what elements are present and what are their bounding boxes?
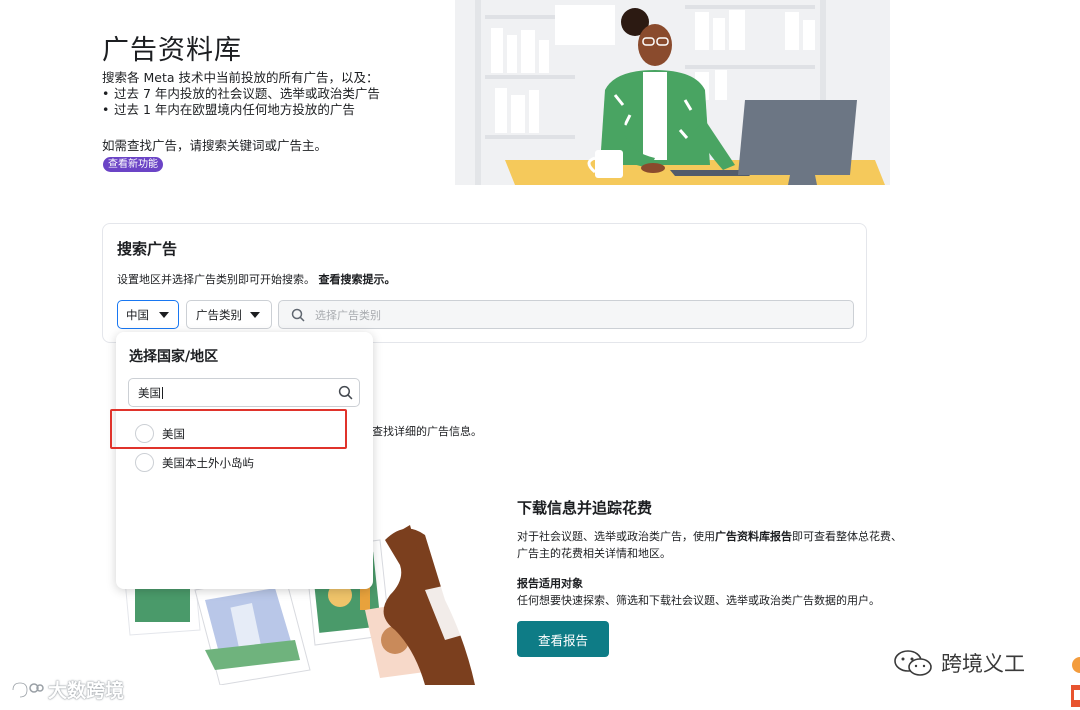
country-search-query: 美国: [138, 385, 161, 400]
partial-description-text: 查找详细的广告信息。: [372, 425, 482, 438]
hero-bullet: 过去 7 年内投放的社会议题、选举或政治类广告: [102, 86, 462, 102]
country-option-us-minor-islands[interactable]: 美国本土外小岛屿: [135, 453, 254, 472]
download-section-description: 对于社会议题、选举或政治类广告，使用广告资料库报告即可查看整体总花费、广告主的花…: [517, 528, 907, 562]
search-icon: [338, 385, 353, 400]
text-cursor: [162, 386, 163, 399]
report-audience-description: 任何想要快速探索、筛选和下载社会议题、选举或政治类广告数据的用户。: [517, 594, 880, 607]
country-option-label: 美国本土外小岛屿: [162, 455, 254, 470]
search-icon: [291, 308, 305, 322]
watermark-right-text: 跨境义工: [941, 652, 1025, 676]
watermark-left: 大数跨境: [10, 676, 124, 703]
search-ads-card: 搜索广告 设置地区并选择广告类别即可开始搜索。 查看搜索提示。 中国 广告类别 …: [102, 223, 867, 343]
highlight-box: [110, 409, 347, 449]
search-ads-title: 搜索广告: [117, 240, 178, 258]
watermark-logo-icon: [11, 681, 44, 698]
hero-hint: 如需查找广告，请搜索关键词或广告主。: [102, 138, 328, 153]
download-section-title: 下载信息并追踪花费: [517, 499, 653, 517]
watermark-left-text: 大数跨境: [48, 680, 125, 702]
country-select[interactable]: 中国: [117, 300, 179, 329]
download-desc-prefix: 对于社会议题、选举或政治类广告，使用: [517, 530, 715, 543]
new-features-badge[interactable]: 查看新功能: [103, 157, 163, 172]
country-select-value: 中国: [126, 307, 149, 322]
corner-logo-icon: [1071, 657, 1080, 707]
ad-category-select-value: 广告类别: [196, 307, 242, 322]
hero-description: 搜索各 Meta 技术中当前投放的所有广告，以及： 过去 7 年内投放的社会议题…: [102, 70, 462, 118]
caret-down-icon: [159, 311, 169, 318]
view-report-button[interactable]: 查看报告: [517, 621, 609, 657]
search-tips-link[interactable]: 查看搜索提示。: [319, 273, 396, 286]
country-dropdown: 选择国家/地区 美国 美国 美国本土外小岛屿: [116, 332, 373, 589]
search-ads-subtitle: 设置地区并选择广告类别即可开始搜索。 查看搜索提示。: [117, 271, 396, 287]
hero-illustration: [455, 0, 890, 185]
watermark-right: 跨境义工: [893, 648, 1025, 678]
country-dropdown-title: 选择国家/地区: [129, 349, 219, 365]
search-input[interactable]: 选择广告类别: [278, 300, 854, 329]
caret-down-icon: [250, 311, 260, 318]
radio-button[interactable]: [135, 453, 154, 472]
page-title: 广告资料库: [102, 35, 242, 66]
hero-bullet-list: 过去 7 年内投放的社会议题、选举或政治类广告 过去 1 年内在欧盟境内任何地方…: [102, 86, 462, 118]
wechat-icon: [894, 650, 932, 676]
ad-library-report-link[interactable]: 广告资料库报告: [715, 530, 792, 543]
country-search-input[interactable]: 美国: [128, 378, 360, 407]
search-input-placeholder: 选择广告类别: [315, 308, 381, 322]
hero-description-text: 搜索各 Meta 技术中当前投放的所有广告，以及：: [102, 70, 379, 85]
ad-category-select[interactable]: 广告类别: [186, 300, 272, 329]
report-audience-title: 报告适用对象: [517, 577, 583, 590]
search-ads-subtitle-text: 设置地区并选择广告类别即可开始搜索。: [117, 273, 315, 286]
hero-bullet: 过去 1 年内在欧盟境内任何地方投放的广告: [102, 102, 462, 118]
